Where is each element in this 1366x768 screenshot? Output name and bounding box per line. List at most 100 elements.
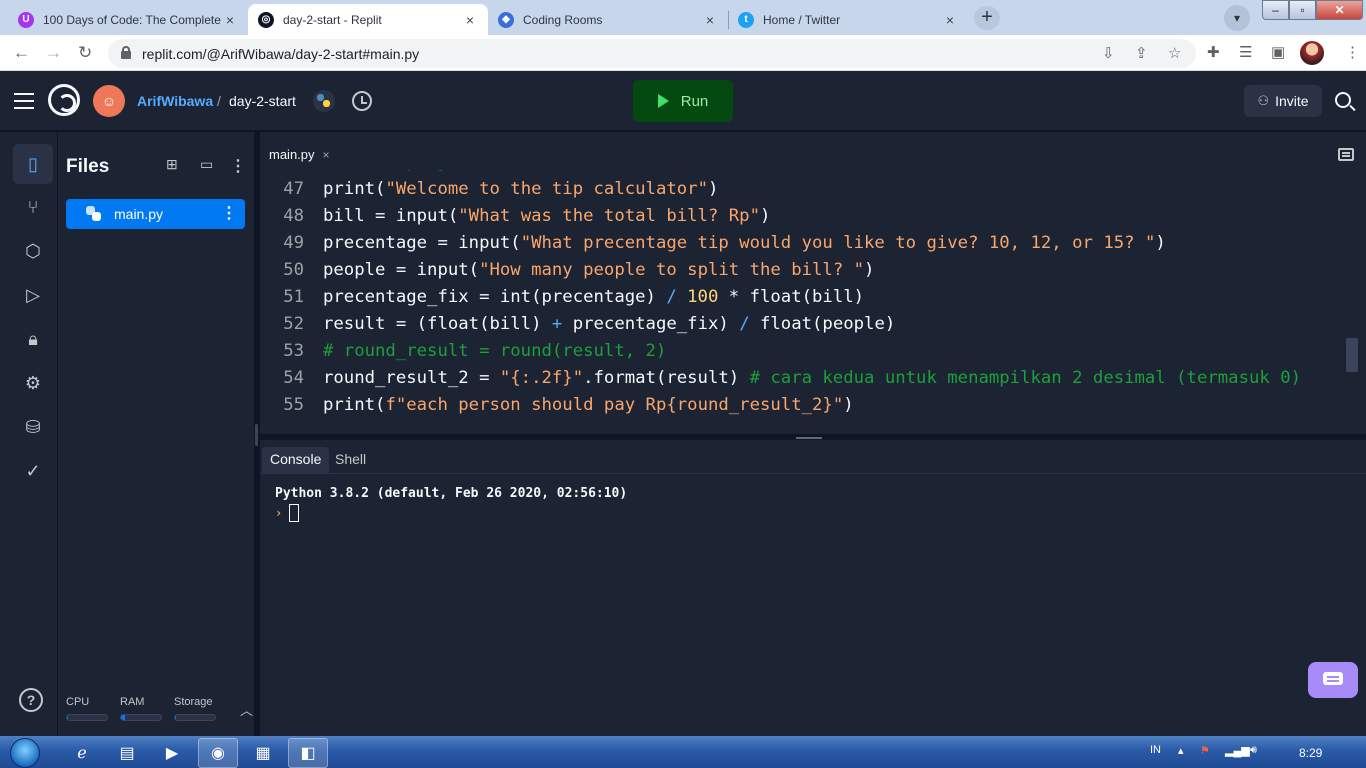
code-line[interactable]: 49 precentage = input("What precentage ti… — [260, 230, 1366, 257]
resources-monitor[interactable]: CPU RAM Storage ︿ — [66, 696, 253, 726]
username-link[interactable]: ArifWibawa — [137, 93, 213, 109]
code-line[interactable]: 52 result = (float(bill) + precentage_fix… — [260, 311, 1366, 338]
tab-title: Home / Twitter — [763, 12, 841, 27]
avatar[interactable]: ☺ — [93, 85, 125, 117]
editor-scrollbar[interactable] — [1346, 338, 1358, 372]
code-line[interactable]: 54 round_result_2 = "{:.2f}".format(resul… — [260, 365, 1366, 392]
new-tab-button[interactable]: + — [974, 6, 1000, 30]
settings-gear-icon[interactable]: ⚙ — [13, 363, 53, 403]
line-text[interactable]: # round_result = round(result, 2) — [323, 338, 666, 365]
line-text[interactable]: print("Welcome to the tip calculator") — [323, 176, 718, 203]
action-center-icon[interactable]: ⚑ — [1200, 744, 1210, 757]
hamburger-menu-icon[interactable] — [14, 93, 34, 109]
resize-handle[interactable] — [255, 424, 258, 446]
tab-console[interactable]: Console — [262, 447, 330, 473]
minimize-button[interactable]: – — [1262, 0, 1289, 20]
packages-icon[interactable]: ⬡ — [13, 231, 53, 271]
line-text[interactable]: precentage_fix = int(precentage) / 100 *… — [323, 284, 864, 311]
internet-explorer-icon[interactable]: ℯ — [62, 738, 102, 768]
file-explorer-icon[interactable]: ▤ — [107, 738, 147, 768]
line-text[interactable]: bill = input("What was the total bill? R… — [323, 203, 770, 230]
history-icon[interactable] — [352, 91, 372, 111]
unit-tests-check-icon[interactable]: ✓ — [13, 451, 53, 491]
files-title: Files — [66, 156, 110, 177]
tab-title: day-2-start - Replit — [283, 12, 382, 27]
close-icon[interactable]: × — [462, 12, 478, 28]
debugger-icon[interactable]: ▷ — [13, 275, 53, 315]
code-line[interactable]: 53 # round_result = round(result, 2) — [260, 338, 1366, 365]
chevron-up-icon[interactable]: ︿ — [240, 700, 253, 719]
code-line[interactable]: 50 people = input("How many people to spl… — [260, 257, 1366, 284]
code-editor[interactable]: 46# final project47print("Welcome to the… — [260, 132, 1366, 434]
side-panel-icon[interactable]: ▣ — [1271, 43, 1285, 61]
code-line[interactable]: 48 bill = input("What was the total bill?… — [260, 203, 1366, 230]
repl-name[interactable]: day-2-start — [229, 93, 296, 109]
search-icon[interactable] — [1335, 92, 1351, 108]
close-icon[interactable]: × — [702, 12, 718, 28]
files-tool-icon[interactable]: ▯ — [13, 144, 53, 184]
line-text[interactable]: round_result_2 = "{:.2f}".format(result)… — [323, 365, 1301, 392]
line-text[interactable]: precentage = input("What precentage tip … — [323, 230, 1166, 257]
tab-main-py[interactable]: main.py × — [260, 141, 342, 170]
close-icon[interactable]: × — [323, 148, 330, 162]
close-icon[interactable]: × — [942, 12, 958, 28]
new-file-icon[interactable]: ⊞ — [166, 156, 178, 173]
calculator-icon[interactable]: ▦ — [243, 738, 283, 768]
volume-icon[interactable]: 🔊︎ — [1250, 744, 1257, 757]
back-arrow-icon[interactable]: ← — [13, 43, 30, 63]
run-button[interactable]: Run — [633, 80, 733, 122]
media-player-icon[interactable]: ▶ — [152, 738, 192, 768]
version-control-icon[interactable]: ⑂ — [13, 187, 53, 227]
start-button[interactable] — [3, 736, 47, 768]
code-line[interactable]: 51 precentage_fix = int(precentage) / 100… — [260, 284, 1366, 311]
line-text[interactable]: print(f"each person should pay Rp{round_… — [323, 392, 854, 419]
address-bar[interactable]: replit.com/@ArifWibawa/day-2-start#main.… — [108, 39, 1196, 68]
kebab-menu-icon[interactable]: ⋮ — [1345, 43, 1360, 61]
secrets-lock-icon[interactable]: 🔒︎ — [13, 319, 53, 359]
browser-tab-udemy[interactable]: U 100 Days of Code: The Complete × — [8, 4, 248, 35]
line-text[interactable]: result = (float(bill) + precentage_fix) … — [323, 311, 895, 338]
new-folder-icon[interactable]: ▭ — [200, 156, 213, 173]
file-options-icon[interactable]: ⋮ — [221, 203, 237, 223]
invite-button[interactable]: ⚇ Invite — [1244, 85, 1322, 117]
tool-rail: ▯ ⑂ ⬡ ▷ 🔒︎ ⚙ ⛁ ✓ ? — [0, 132, 58, 736]
replit-logo-icon[interactable] — [48, 84, 80, 116]
ram-label: RAM — [120, 696, 145, 708]
share-icon[interactable]: ⇪ — [1135, 44, 1148, 62]
line-text[interactable]: people = input("How many people to split… — [323, 257, 874, 284]
browser-tab-coding-rooms[interactable]: ◆ Coding Rooms × — [488, 4, 728, 35]
lock-icon[interactable] — [121, 46, 131, 59]
database-icon[interactable]: ⛁ — [13, 407, 53, 447]
maximize-button[interactable]: ▫ — [1289, 0, 1316, 20]
browser-tab-replit[interactable]: ◎ day-2-start - Replit × — [248, 4, 488, 35]
close-window-button[interactable]: ✕ — [1316, 0, 1363, 20]
browser-tab-twitter[interactable]: t Home / Twitter × — [728, 4, 968, 35]
tab-search-chevron-icon[interactable]: ▾ — [1224, 5, 1250, 31]
chat-icon[interactable] — [1308, 662, 1358, 698]
network-signal-icon[interactable]: ▂▄▆ — [1225, 744, 1250, 757]
show-hidden-icons-icon[interactable]: ▴ — [1178, 744, 1184, 757]
file-item-main-py[interactable]: main.py ⋮ — [66, 199, 245, 229]
editor-menu-icon[interactable] — [1338, 148, 1354, 161]
install-icon[interactable]: ⇩ — [1102, 44, 1115, 62]
replit-taskbar-icon[interactable]: ◧ — [288, 738, 328, 768]
chrome-icon[interactable]: ◉ — [198, 738, 238, 768]
help-icon[interactable]: ? — [19, 688, 43, 712]
profile-avatar[interactable] — [1300, 41, 1324, 65]
bookmark-star-icon[interactable]: ☆ — [1168, 44, 1181, 62]
python-language-icon[interactable] — [313, 90, 335, 112]
clock[interactable]: 8:29 — [1299, 746, 1322, 760]
code-line[interactable]: 47 print("Welcome to the tip calculator") — [260, 176, 1366, 203]
console-input-cursor[interactable] — [289, 504, 299, 522]
forward-arrow-icon[interactable]: → — [45, 43, 62, 63]
input-language-indicator[interactable]: IN — [1150, 744, 1161, 756]
horizontal-resize-handle[interactable] — [796, 437, 822, 439]
twitter-icon: t — [738, 11, 754, 28]
code-line[interactable]: 55 print(f"each person should pay Rp{roun… — [260, 392, 1366, 419]
reading-list-icon[interactable]: ☰ — [1239, 43, 1252, 61]
url-text[interactable]: replit.com/@ArifWibawa/day-2-start#main.… — [142, 46, 419, 62]
close-icon[interactable]: × — [222, 12, 238, 28]
reload-icon[interactable]: ↻ — [78, 43, 92, 63]
files-menu-icon[interactable]: ⋮ — [230, 156, 246, 176]
extensions-puzzle-icon[interactable]: ✚ — [1207, 43, 1220, 61]
